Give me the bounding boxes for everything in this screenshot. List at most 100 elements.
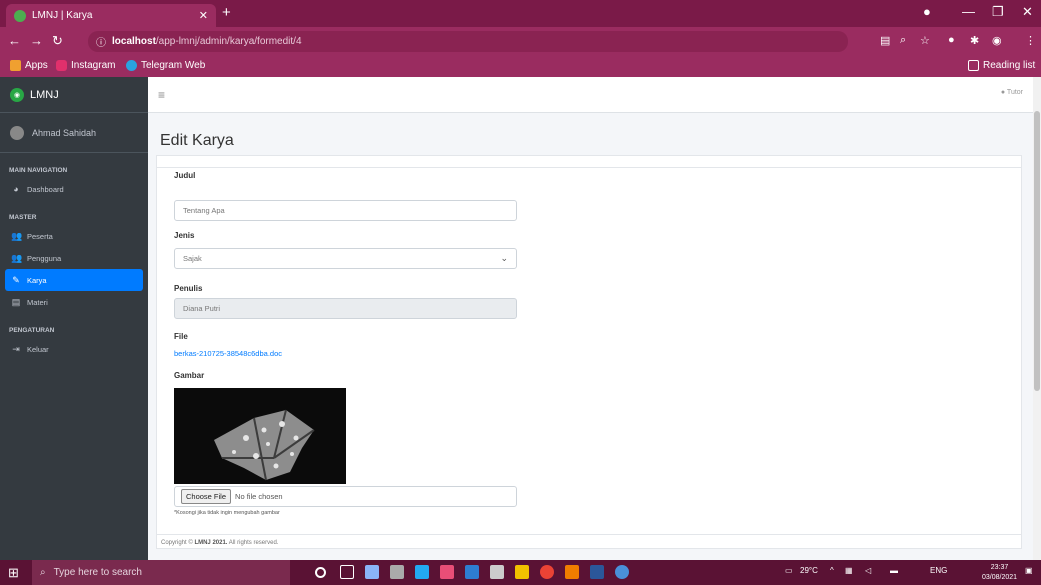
tab-title: LMNJ | Karya (32, 10, 93, 21)
apps-grid-icon (10, 60, 21, 71)
word-icon[interactable] (590, 565, 604, 579)
bookmark-apps[interactable]: Apps (10, 60, 48, 71)
sidebar-item-keluar[interactable]: ⇥ Keluar (5, 338, 143, 360)
gambar-file-input[interactable]: Choose File No file chosen (174, 486, 517, 507)
tutor-label: Tutor (1006, 89, 1023, 96)
forward-icon[interactable]: → (30, 33, 43, 48)
clock[interactable]: 23:37 03/08/2021 (982, 563, 1017, 583)
sidebar-item-label: Materi (27, 297, 48, 307)
bookmark-apps-label: Apps (25, 60, 48, 71)
url-path: /app-lmnj/admin/karya/formedit/4 (155, 36, 302, 47)
telegram-icon (126, 60, 137, 71)
pen-icon: ✎ (12, 274, 20, 285)
penulis-label: Penulis (174, 284, 203, 293)
close-tab-icon[interactable]: ✕ (199, 9, 208, 22)
battery-icon[interactable]: ▬ (890, 566, 898, 575)
weather-icon[interactable]: ▭ (785, 566, 793, 575)
network-icon[interactable]: ▦ (845, 566, 853, 575)
sidebar-item-peserta[interactable]: 👥 Peserta (5, 225, 143, 247)
file-download-link[interactable]: berkas-210725-38548c6dba.doc (174, 349, 282, 358)
instagram-icon (56, 60, 67, 71)
gambar-label: Gambar (174, 371, 205, 380)
page-title: Edit Karya (160, 132, 234, 149)
star-icon[interactable]: ☆ (920, 34, 930, 47)
file-label: File (174, 332, 188, 341)
tray-chevron-icon[interactable]: ^ (830, 566, 834, 575)
sidebar-item-materi[interactable]: ▤ Materi (5, 291, 143, 313)
judul-value: Tentang Apa (183, 206, 225, 215)
reload-icon[interactable]: ↻ (52, 33, 63, 49)
page-scrollbar[interactable] (1033, 77, 1041, 560)
sidebar-item-pengguna[interactable]: 👥 Pengguna (5, 247, 143, 269)
scrollbar-thumb[interactable] (1034, 111, 1040, 391)
menu-icon[interactable]: ⋮ (1025, 34, 1036, 47)
translate-icon[interactable]: ▤ (880, 34, 890, 47)
sidebar-item-label: Dashboard (27, 184, 64, 194)
penulis-value: Diana Putri (183, 304, 221, 313)
back-icon[interactable]: ← (8, 33, 21, 48)
maximize-icon[interactable]: ❐ (992, 4, 1004, 20)
zoom-icon[interactable]: ⌕ (900, 34, 906, 47)
weather-text[interactable]: 29°C (800, 566, 818, 575)
sidebar-item-label: Keluar (27, 344, 49, 354)
chrome-icon[interactable] (540, 565, 554, 579)
brand-link[interactable]: ◉ LMNJ (0, 77, 148, 113)
avatar (10, 125, 24, 140)
app-icon[interactable] (465, 565, 479, 579)
gambar-hint: *Kosongi jika tidak ingin mengubah gamba… (174, 510, 280, 516)
sidebar-item-dashboard[interactable]: ◕ Dashboard (5, 178, 143, 200)
search-placeholder: Type here to search (53, 567, 142, 578)
bookmark-telegram[interactable]: Telegram Web (126, 60, 205, 71)
sidebar-item-karya[interactable]: ✎ Karya (5, 269, 143, 291)
footer-suffix: All rights reserved. (227, 540, 279, 546)
browser-tab[interactable]: LMNJ | Karya ✕ (6, 4, 216, 27)
users-icon: 👥 (11, 252, 23, 263)
hamburger-menu-icon[interactable]: ≡ (158, 88, 165, 102)
app-icon[interactable] (615, 565, 629, 579)
choose-file-button[interactable]: Choose File (181, 489, 232, 504)
profile-avatar-icon[interactable]: ◉ (992, 34, 1002, 47)
bookmark-instagram-label: Instagram (71, 60, 116, 71)
footer-prefix: Copyright © (161, 540, 195, 546)
file-explorer-icon[interactable] (515, 565, 529, 579)
close-window-icon[interactable]: ✕ (1022, 4, 1033, 20)
penulis-input: Diana Putri (174, 298, 517, 319)
app-icon[interactable] (440, 565, 454, 579)
language-indicator[interactable]: ENG (930, 566, 947, 575)
task-view-icon[interactable] (340, 565, 354, 579)
judul-label: Judul (174, 171, 196, 180)
user-panel[interactable]: Ahmad Sahidah (0, 113, 148, 153)
judul-input[interactable]: Tentang Apa (174, 200, 517, 221)
windows-start-icon[interactable]: ⊞ (8, 565, 19, 581)
book-icon: ▤ (11, 296, 21, 307)
xampp-icon[interactable] (565, 565, 579, 579)
sidebar-item-label: Pengguna (27, 253, 62, 263)
extensions-icon[interactable]: ✱ (970, 34, 979, 47)
new-tab-icon[interactable]: + (222, 4, 231, 21)
app-icon[interactable] (365, 565, 379, 579)
profile-dot-icon[interactable]: ● (923, 4, 931, 19)
tutor-link[interactable]: ● Tutor (1001, 89, 1023, 96)
edit-form-card: Judul Tentang Apa Jenis Sajak ⌄ Penulis … (156, 155, 1022, 549)
brand-text: LMNJ (30, 88, 59, 101)
jenis-label: Jenis (174, 231, 195, 240)
url-field[interactable]: ⓘ localhost /app-lmnj/admin/karya/formed… (88, 31, 848, 52)
minimize-icon[interactable]: — (962, 4, 975, 19)
sidebar-item-label: Peserta (27, 231, 53, 241)
vscode-icon[interactable] (415, 565, 429, 579)
sidebar-item-label: Karya (27, 275, 47, 285)
address-bar-row: ← → ↻ ⓘ localhost /app-lmnj/admin/karya/… (0, 27, 1041, 56)
section-pengaturan: PENGATURAN (9, 327, 55, 334)
jenis-select[interactable]: Sajak ⌄ (174, 248, 517, 269)
cortana-icon[interactable] (315, 567, 326, 578)
reading-list[interactable]: Reading list (968, 60, 1035, 71)
volume-icon[interactable]: ◁ (865, 566, 871, 575)
extension-dot-icon[interactable]: ● (948, 34, 955, 46)
store-icon[interactable] (490, 565, 504, 579)
bookmark-instagram[interactable]: Instagram (56, 60, 115, 71)
card-header (157, 156, 1021, 168)
search-icon: ⌕ (40, 567, 46, 578)
taskbar-search[interactable]: ⌕ Type here to search (32, 560, 290, 585)
notification-icon[interactable]: ▣ (1025, 566, 1033, 575)
camera-icon[interactable] (390, 565, 404, 579)
